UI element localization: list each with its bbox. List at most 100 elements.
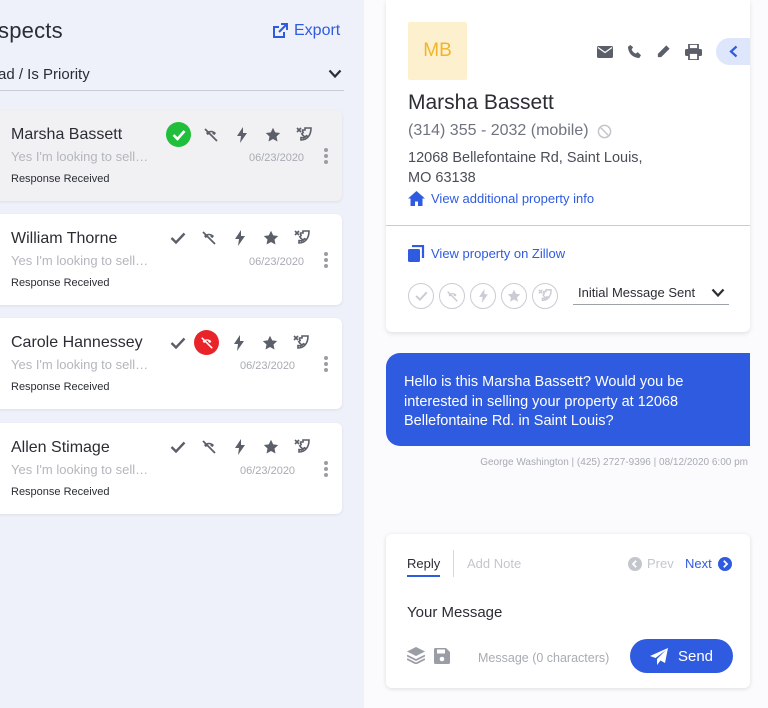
prospect-name: William Thorne [11,230,118,247]
star-icon[interactable] [259,435,282,458]
call-declined-icon[interactable] [197,435,220,458]
kebab-icon[interactable] [323,250,329,270]
kebab-icon[interactable] [323,146,329,166]
bolt-icon[interactable] [227,331,250,354]
message-meta: George Washington | (425) 2727-9396 | 08… [480,457,748,468]
chevron-down-icon [328,69,342,79]
check-icon[interactable] [166,435,189,458]
star-icon[interactable] [501,283,527,309]
prospect-card[interactable]: Marsha Bassett Yes I'm looking to sell… … [0,110,342,201]
bolt-icon[interactable] [228,435,251,458]
stage-dropdown[interactable]: Initial Message Sent [573,280,729,305]
tab-divider [453,550,454,577]
avatar: MB [408,22,467,80]
prev-button[interactable]: Prev [628,556,674,571]
chevron-right-circle-icon [717,556,732,571]
star-icon[interactable] [258,331,281,354]
envelope-icon[interactable] [597,45,613,58]
export-button[interactable]: Export [272,22,340,40]
profile-toolbar [597,38,750,65]
prospect-date: 06/23/2020 [249,256,305,268]
missed-call-icon[interactable] [292,123,315,146]
prospects-panel: spects Export ad / Is Priority Marsha Ba… [0,0,364,708]
printer-icon[interactable] [685,43,702,60]
prospect-card[interactable]: Allen Stimage Yes I'm looking to sell… R… [0,423,342,514]
sort-dropdown[interactable]: ad / Is Priority [0,60,344,91]
kebab-icon[interactable] [323,459,329,479]
prospect-date: 06/23/2020 [249,152,305,164]
profile-phone: (314) 355 - 2032 (mobile) [408,122,612,140]
missed-call-icon[interactable] [532,283,558,309]
kebab-icon[interactable] [323,354,329,374]
check-icon[interactable] [166,122,191,147]
next-label: Next [685,556,712,571]
call-declined-icon[interactable] [194,330,219,355]
sort-label: ad / Is Priority [0,66,90,83]
prospect-card[interactable]: William Thorne Yes I'm looking to sell… … [0,214,342,305]
prospect-name: Allen Stimage [11,439,110,456]
message-bubble: Hello is this Marsha Bassett? Would you … [386,353,750,446]
chevron-down-icon [711,288,725,298]
stage-label: Initial Message Sent [578,285,696,300]
bolt-icon[interactable] [230,123,253,146]
address-line: 12068 Bellefontaine Rd, Saint Louis, [408,150,643,166]
prospect-name: Marsha Bassett [11,126,123,143]
address-line: MO 63138 [408,170,476,186]
prospect-snippet: Yes I'm looking to sell… [11,253,149,268]
tab-add-note[interactable]: Add Note [467,556,521,571]
message-input[interactable]: Your Message [407,604,502,621]
export-label: Export [294,22,341,39]
phone-icon[interactable] [627,44,642,59]
missed-call-icon[interactable] [290,226,313,249]
prospect-snippet: Yes I'm looking to sell… [11,462,149,477]
divider [386,225,750,226]
pencil-icon[interactable] [656,44,671,59]
prospect-status: Response Received [11,486,110,498]
prospect-status: Response Received [11,173,110,185]
collapse-panel-button[interactable] [716,38,750,65]
prospect-date: 06/23/2020 [240,465,296,477]
bolt-icon[interactable] [470,283,496,309]
profile-address: 12068 Bellefontaine Rd, Saint Louis, MO … [408,148,688,188]
prospect-card[interactable]: Carole Hannessey Yes I'm looking to sell… [0,318,342,409]
prospect-status: Response Received [11,381,110,393]
call-declined-icon[interactable] [197,226,220,249]
action-circles [408,283,563,309]
home-icon [408,191,425,206]
composer: Reply Add Note Prev Next Your Message Me… [386,534,750,688]
tab-reply[interactable]: Reply [407,556,441,577]
zillow-label: View property on Zillow [431,246,566,261]
phone-number: (314) 355 - 2032 (mobile) [408,122,589,139]
call-declined-icon[interactable] [439,283,465,309]
call-declined-icon[interactable] [199,123,222,146]
prospect-snippet: Yes I'm looking to sell… [11,149,149,164]
blocked-icon[interactable] [597,124,612,139]
check-icon[interactable] [166,226,189,249]
missed-call-icon[interactable] [289,331,312,354]
prev-label: Prev [647,556,674,571]
property-info-link[interactable]: View additional property info [408,191,594,206]
bolt-icon[interactable] [228,226,251,249]
send-button[interactable]: Send [630,639,733,673]
next-button[interactable]: Next [685,556,732,571]
send-label: Send [677,647,714,665]
save-icon[interactable] [434,647,450,664]
external-link-icon [273,23,288,38]
composer-tools [407,647,459,664]
chevron-left-circle-icon [628,556,642,571]
char-count: Message (0 characters) [478,651,610,665]
star-icon[interactable] [259,226,282,249]
property-info-label: View additional property info [431,191,595,206]
missed-call-icon[interactable] [290,435,313,458]
star-icon[interactable] [261,123,284,146]
prospect-status: Response Received [11,277,110,289]
copy-icon [408,245,425,262]
panel-title: spects [0,18,63,43]
zillow-link[interactable]: View property on Zillow [408,245,565,262]
check-icon[interactable] [408,283,434,309]
prospect-date: 06/23/2020 [240,360,296,372]
profile-name: Marsha Bassett [408,91,554,114]
prospect-snippet: Yes I'm looking to sell… [11,357,149,372]
check-icon[interactable] [166,331,189,354]
layers-icon[interactable] [407,647,425,664]
